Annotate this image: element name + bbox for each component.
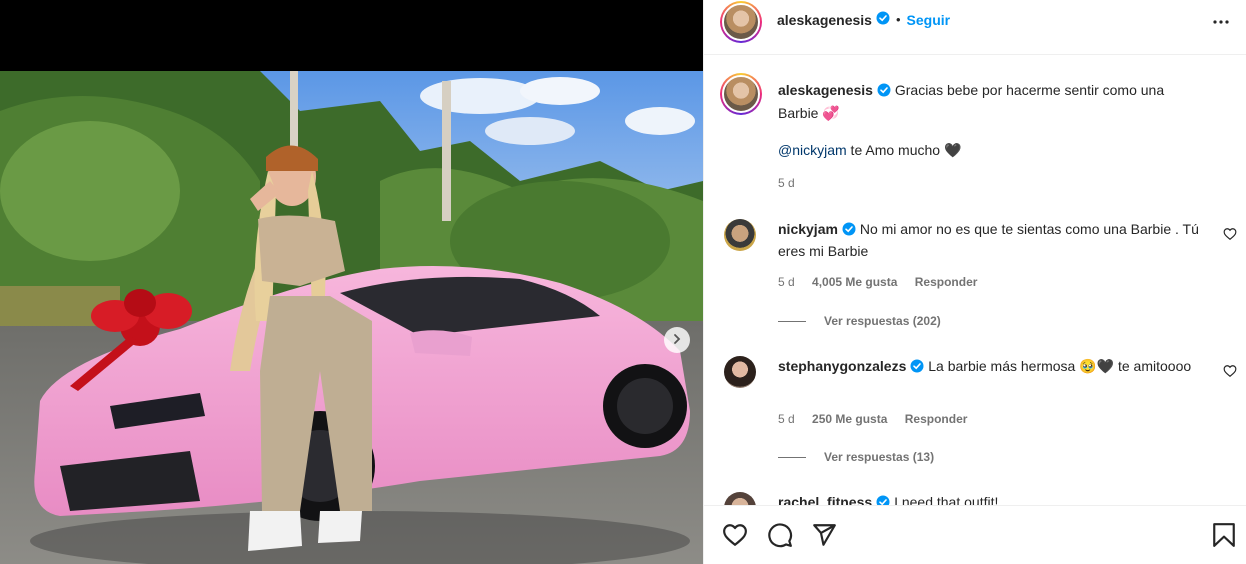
post-header: aleskagenesis • Seguir	[704, 0, 1246, 55]
share-icon[interactable]	[811, 522, 837, 551]
comment-text-block: stephanygonzalezs La barbie más hermosa …	[778, 356, 1203, 378]
comment-meta: 5 d 4,005 Me gusta Responder	[778, 275, 991, 289]
view-replies-button[interactable]: Ver respuestas (13)	[778, 450, 934, 464]
follow-button[interactable]: Seguir	[907, 12, 951, 28]
caption-text-block: aleskagenesis Gracias bebe por hacerme s…	[778, 80, 1203, 124]
author-avatar[interactable]	[720, 1, 762, 43]
post-photo	[0, 71, 703, 564]
author-username[interactable]: aleskagenesis	[777, 12, 872, 28]
comment-username[interactable]: nickyjam	[778, 221, 838, 237]
heart-icon[interactable]	[722, 522, 748, 551]
caption-line-2-text: te Amo mucho 🖤	[846, 142, 962, 158]
reply-button[interactable]: Responder	[915, 275, 978, 289]
comment-likes-count[interactable]: 4,005 Me gusta	[812, 275, 897, 289]
bookmark-icon[interactable]	[1212, 522, 1236, 551]
comment-likes-count[interactable]: 250 Me gusta	[812, 412, 887, 426]
post-sidebar: aleskagenesis • Seguir aleskagenesis Gra…	[703, 0, 1246, 564]
comment-like-heart-icon[interactable]	[1223, 364, 1237, 381]
verified-badge-icon	[842, 221, 856, 241]
comment-text-block: nickyjam No mi amor no es que te sientas…	[778, 219, 1203, 261]
post-media	[0, 0, 703, 564]
comment-text: La barbie más hermosa 🥹🖤 te amitoooo	[928, 358, 1192, 374]
separator-dot: •	[895, 12, 901, 27]
caption-line-2: @nickyjam te Amo mucho 🖤	[778, 140, 1203, 160]
comment-text: I need that outfit!	[894, 494, 999, 505]
commenter-avatar[interactable]	[724, 356, 756, 388]
verified-badge-icon	[876, 11, 890, 28]
caption-mention[interactable]: @nickyjam	[778, 142, 847, 158]
verified-badge-icon	[876, 494, 890, 505]
chevron-right-icon	[671, 332, 683, 348]
caption-age[interactable]: 5 d	[778, 176, 795, 190]
comment-username[interactable]: stephanygonzalezs	[778, 358, 906, 374]
replies-divider	[778, 320, 806, 322]
comment-meta: 5 d 250 Me gusta Responder	[778, 412, 981, 426]
reply-button[interactable]: Responder	[905, 412, 968, 426]
verified-badge-icon	[877, 82, 891, 103]
comment-text-block: rachel_fitness I need that outfit!	[778, 492, 1203, 505]
caption-username[interactable]: aleskagenesis	[778, 82, 873, 98]
view-replies-label: Ver respuestas (202)	[824, 314, 941, 328]
more-options-icon[interactable]	[1211, 12, 1231, 35]
author-avatar-caption[interactable]	[720, 73, 762, 115]
action-bar	[704, 505, 1246, 564]
next-photo-button[interactable]	[664, 327, 690, 353]
verified-badge-icon	[910, 358, 924, 378]
commenter-avatar[interactable]	[724, 219, 756, 251]
replies-divider	[778, 456, 806, 458]
commenter-avatar[interactable]	[724, 492, 756, 505]
comment-like-heart-icon[interactable]	[1223, 227, 1237, 244]
comments-list[interactable]: aleskagenesis Gracias bebe por hacerme s…	[704, 56, 1246, 505]
comment-age[interactable]: 5 d	[778, 275, 795, 289]
comment-icon[interactable]	[767, 522, 793, 551]
view-replies-button[interactable]: Ver respuestas (202)	[778, 314, 941, 328]
view-replies-label: Ver respuestas (13)	[824, 450, 935, 464]
comment-username[interactable]: rachel_fitness	[778, 494, 872, 505]
caption-meta: 5 d	[778, 176, 809, 190]
comment-age[interactable]: 5 d	[778, 412, 795, 426]
